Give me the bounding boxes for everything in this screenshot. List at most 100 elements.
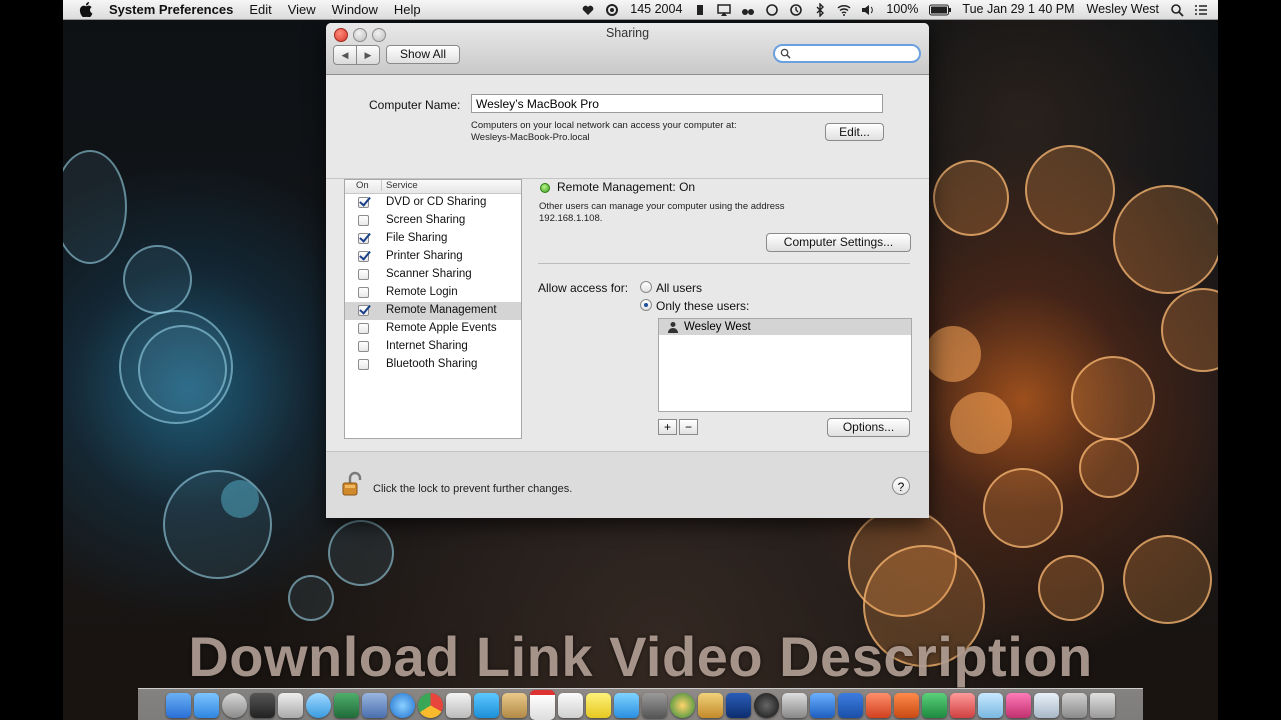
service-list-header: On Service [345,180,521,194]
service-row[interactable]: DVD or CD Sharing [345,194,521,212]
wifi-icon[interactable] [837,3,851,17]
binoculars-icon[interactable] [741,3,755,17]
chat-bubble-icon[interactable] [765,3,779,17]
notification-center-icon[interactable] [1194,3,1208,17]
column-header-service[interactable]: Service [381,180,418,191]
menu-user[interactable]: Wesley West [1081,0,1165,19]
screenshot-icon[interactable] [782,692,807,718]
wallpaper-bokeh [848,508,957,617]
service-checkbox[interactable] [358,287,369,298]
radio-all-users[interactable] [640,281,652,293]
safari-icon[interactable] [390,692,415,718]
forward-arrow-icon[interactable]: ▶ [357,46,379,64]
add-user-button[interactable]: + [658,419,677,435]
app-store-icon[interactable] [614,692,639,718]
utility-icon[interactable] [698,692,723,718]
contacts-icon[interactable] [446,692,471,718]
network-monitor-icon[interactable] [605,3,619,17]
service-row[interactable]: Bluetooth Sharing [345,356,521,374]
spotlight-search-icon[interactable] [1170,3,1184,17]
service-checkbox[interactable] [358,251,369,262]
show-all-button[interactable]: Show All [386,45,460,64]
excel-icon[interactable] [922,692,947,718]
volume-icon[interactable] [861,3,875,17]
photoshop-icon[interactable] [726,692,751,718]
back-arrow-icon[interactable]: ◀ [334,46,357,64]
service-row[interactable]: Printer Sharing [345,248,521,266]
options-button[interactable]: Options... [827,418,910,437]
pages-icon[interactable] [810,692,835,718]
service-checkbox[interactable] [358,233,369,244]
word-icon[interactable] [838,692,863,718]
preview-icon[interactable] [278,692,303,718]
menu-app-name[interactable]: System Preferences [101,0,241,19]
facetime-icon[interactable] [334,692,359,718]
finder-icon[interactable] [166,692,191,718]
service-row[interactable]: File Sharing [345,230,521,248]
acrobat-icon[interactable] [866,692,891,718]
bluetooth-icon[interactable] [813,2,827,17]
service-checkbox[interactable] [358,305,369,316]
messages-icon[interactable] [306,692,331,718]
heart-icon[interactable] [581,3,595,17]
airplay-icon[interactable] [717,3,732,17]
menu-edit[interactable]: Edit [241,0,279,19]
service-row[interactable]: Screen Sharing [345,212,521,230]
radio-all-users-label[interactable]: All users [656,281,702,295]
service-row[interactable]: Remote Login [345,284,521,302]
service-checkbox[interactable] [358,269,369,280]
service-checkbox[interactable] [358,215,369,226]
music-folder-icon[interactable] [1062,692,1087,718]
time-machine-icon[interactable] [789,3,803,17]
apple-menu-icon[interactable] [79,2,93,17]
service-row[interactable]: Remote Management [345,302,521,320]
mail-icon[interactable] [362,692,387,718]
battery-percent[interactable]: 100% [880,0,924,19]
evernote-icon[interactable] [693,3,707,17]
service-checkbox[interactable] [358,323,369,334]
list-item[interactable]: Wesley West [659,319,911,335]
radio-only-these-users-label[interactable]: Only these users: [656,299,749,313]
service-checkbox[interactable] [358,359,369,370]
service-row[interactable]: Internet Sharing [345,338,521,356]
computer-name-field[interactable]: Wesley’s MacBook Pro [471,94,883,113]
service-row[interactable]: Remote Apple Events [345,320,521,338]
edit-hostname-button[interactable]: Edit... [825,123,884,141]
radio-only-these-users[interactable] [640,299,652,311]
stickies-icon[interactable] [586,692,611,718]
menu-help[interactable]: Help [386,0,429,19]
column-header-on[interactable]: On [356,180,369,191]
migration-icon[interactable] [978,692,1003,718]
status-counter[interactable]: 145 2004 [624,0,688,19]
textedit-icon[interactable] [558,692,583,718]
activity-monitor-icon[interactable] [250,692,275,718]
dropbox-icon[interactable] [194,692,219,718]
powerpoint-icon[interactable] [894,692,919,718]
calendar-icon[interactable] [530,690,555,720]
service-checkbox[interactable] [358,341,369,352]
twitter-icon[interactable] [474,692,499,718]
battery-icon[interactable] [929,3,952,17]
quicktime-icon[interactable] [754,692,779,718]
dock [138,688,1143,720]
help-button[interactable]: ? [892,477,910,495]
photo-app-icon[interactable] [670,692,695,718]
chrome-icon[interactable] [418,692,443,718]
remote-desktop-icon[interactable] [950,692,975,718]
notebook-icon[interactable] [502,692,527,718]
gem-app-icon[interactable] [1006,692,1031,718]
search-field[interactable] [773,44,921,63]
menu-clock[interactable]: Tue Jan 29 1 40 PM [956,0,1080,19]
launchpad-icon[interactable] [222,692,247,718]
lock-icon[interactable] [342,471,364,497]
menu-window[interactable]: Window [324,0,386,19]
system-preferences-icon[interactable] [642,692,667,718]
menu-view[interactable]: View [280,0,324,19]
remove-user-button[interactable]: − [679,419,698,435]
computer-settings-button[interactable]: Computer Settings... [766,233,911,252]
service-row[interactable]: Scanner Sharing [345,266,521,284]
user-name: Wesley West [684,321,751,333]
trash-icon[interactable] [1090,692,1115,718]
downloads-folder-icon[interactable] [1034,692,1059,718]
service-checkbox[interactable] [358,197,369,208]
